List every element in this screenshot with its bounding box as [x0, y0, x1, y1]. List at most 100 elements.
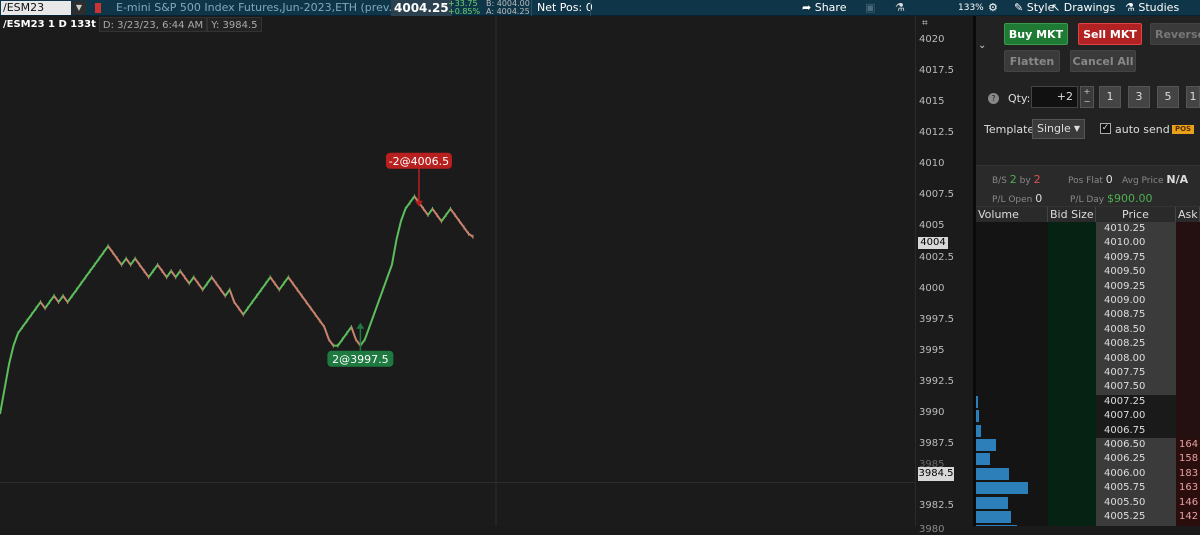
- ladder-row[interactable]: 4009.75: [976, 250, 1200, 266]
- ask-size-cell[interactable]: [1176, 222, 1200, 237]
- qty-preset-button[interactable]: 1: [1186, 86, 1200, 108]
- price-bar: [80, 276, 87, 285]
- reverse-button[interactable]: Reverse: [1150, 23, 1200, 45]
- ask-size-cell[interactable]: 164: [1176, 438, 1200, 453]
- cancel-all-button[interactable]: Cancel All: [1070, 50, 1136, 72]
- bid-size-cell[interactable]: [1048, 423, 1096, 438]
- zoom-level[interactable]: 133%: [958, 0, 984, 16]
- bid-size-cell[interactable]: [1048, 366, 1096, 381]
- drawings-button[interactable]: ↖ Drawings: [1051, 0, 1115, 16]
- ask-size-cell[interactable]: 163: [1176, 481, 1200, 496]
- bid-size-cell[interactable]: [1048, 394, 1096, 410]
- price-axis[interactable]: ⌗ 4020 4017.5 4015 4012.5 4010 4007.5 4005 4002…: [915, 16, 973, 535]
- qty-input[interactable]: +2: [1031, 86, 1078, 108]
- ladder-row[interactable]: 4006.50 164: [976, 438, 1200, 453]
- bid-size-cell[interactable]: [1048, 265, 1096, 280]
- bid-size-cell[interactable]: [1048, 409, 1096, 424]
- buy-mkt-button[interactable]: Buy MKT: [1004, 23, 1068, 45]
- ask-size-cell[interactable]: [1176, 337, 1200, 352]
- qty-preset-button[interactable]: 1: [1099, 86, 1121, 108]
- ask-size-cell[interactable]: [1176, 250, 1200, 266]
- axis-settings-icon[interactable]: ⌗: [922, 18, 936, 30]
- ask-size-cell[interactable]: [1176, 322, 1200, 338]
- price-header[interactable]: Price: [1096, 207, 1176, 222]
- save-icon[interactable]: ▣: [865, 0, 875, 16]
- ladder-row[interactable]: 4006.25 158: [976, 452, 1200, 467]
- ask-size-cell[interactable]: 146: [1176, 495, 1200, 510]
- last-price: 4004.25: [391, 0, 452, 16]
- price-chart[interactable]: -2@4006.5 2@3997.5: [0, 16, 915, 526]
- bid-size-cell[interactable]: [1048, 510, 1096, 525]
- qty-stepper[interactable]: + −: [1080, 86, 1094, 108]
- ask-size-cell[interactable]: [1176, 308, 1200, 323]
- ask-size-cell[interactable]: [1176, 279, 1200, 294]
- ladder-row[interactable]: 4008.75: [976, 308, 1200, 323]
- bid-size-cell[interactable]: [1048, 481, 1096, 496]
- bid-size-cell[interactable]: [1048, 495, 1096, 510]
- bid-size-cell[interactable]: [1048, 279, 1096, 294]
- chart-canvas[interactable]: -2@4006.5 2@3997.5: [0, 16, 915, 526]
- ask-size-cell[interactable]: [1176, 380, 1200, 395]
- pos-badge[interactable]: POS: [1172, 125, 1194, 134]
- style-button[interactable]: ✎ Style: [1014, 0, 1054, 16]
- ask-size-cell[interactable]: [1176, 351, 1200, 366]
- ladder-row[interactable]: 4005.75 163: [976, 481, 1200, 496]
- ladder-row[interactable]: 4007.50: [976, 380, 1200, 395]
- sell-mkt-button[interactable]: Sell MKT: [1078, 23, 1142, 45]
- ladder-row[interactable]: 4006.00 183: [976, 466, 1200, 482]
- auto-send-checkbox[interactable]: ✓: [1100, 123, 1111, 134]
- help-icon[interactable]: ?: [988, 93, 999, 104]
- share-button[interactable]: ➦ Share: [802, 0, 846, 16]
- ask-size-cell[interactable]: 158: [1176, 452, 1200, 467]
- ask-size-cell[interactable]: [1176, 294, 1200, 309]
- ask-size-cell[interactable]: 183: [1176, 466, 1200, 482]
- ask-size-cell[interactable]: [1176, 409, 1200, 424]
- ladder-row[interactable]: 4006.75: [976, 423, 1200, 438]
- ladder-row[interactable]: 4007.25: [976, 394, 1200, 410]
- bid-size-cell[interactable]: [1048, 222, 1096, 237]
- settings-gear-icon[interactable]: ⚙: [988, 0, 998, 16]
- ask-size-cell[interactable]: [1176, 394, 1200, 410]
- bid-size-cell[interactable]: [1048, 236, 1096, 251]
- qty-preset-button[interactable]: 5: [1157, 86, 1179, 108]
- ladder-row[interactable]: 4007.00: [976, 409, 1200, 424]
- ask-size-header[interactable]: Ask S: [1176, 207, 1200, 236]
- ladder-row[interactable]: 4005.50 146: [976, 495, 1200, 510]
- bid-size-cell[interactable]: [1048, 466, 1096, 482]
- template-select[interactable]: Single ▼: [1032, 119, 1085, 139]
- ladder-row[interactable]: 4008.50: [976, 322, 1200, 338]
- ladder-row[interactable]: 4010.25: [976, 222, 1200, 237]
- ladder-row[interactable]: 4009.00: [976, 294, 1200, 309]
- bid-size-cell[interactable]: [1048, 308, 1096, 323]
- bid-size-header[interactable]: Bid Size: [1048, 207, 1096, 222]
- collapse-chevron-icon[interactable]: ⌄: [978, 40, 990, 52]
- bid-size-cell[interactable]: [1048, 452, 1096, 467]
- bid-size-cell[interactable]: [1048, 250, 1096, 266]
- bid-size-cell[interactable]: [1048, 380, 1096, 395]
- bid-size-cell[interactable]: [1048, 322, 1096, 338]
- studies-button[interactable]: ⚗ Studies: [1125, 0, 1179, 16]
- ladder-row[interactable]: 4008.00: [976, 351, 1200, 366]
- bid-size-cell[interactable]: [1048, 351, 1096, 366]
- flatten-button[interactable]: Flatten: [1004, 50, 1060, 72]
- ask-size-cell[interactable]: [1176, 236, 1200, 251]
- ladder-row[interactable]: 4010.00: [976, 236, 1200, 251]
- ask-size-cell[interactable]: [1176, 423, 1200, 438]
- volume-header[interactable]: Volume: [976, 207, 1048, 222]
- bid-size-cell[interactable]: [1048, 294, 1096, 309]
- ladder-row[interactable]: 4005.25 142: [976, 510, 1200, 525]
- ladder-row[interactable]: 4008.25: [976, 337, 1200, 352]
- ask-size-cell[interactable]: [1176, 366, 1200, 381]
- qty-preset-button[interactable]: 3: [1128, 86, 1150, 108]
- ladder-row[interactable]: 4007.75: [976, 366, 1200, 381]
- ask-size-cell[interactable]: 142: [1176, 510, 1200, 525]
- symbol-dropdown-icon[interactable]: ▼: [72, 1, 86, 15]
- ladder-row[interactable]: 4009.25: [976, 279, 1200, 294]
- bid-size-cell[interactable]: [1048, 438, 1096, 453]
- bid-size-cell[interactable]: [1048, 337, 1096, 352]
- flask-icon[interactable]: ⚗: [895, 0, 905, 16]
- ladder-row[interactable]: 4009.50: [976, 265, 1200, 280]
- ask-size-cell[interactable]: [1176, 265, 1200, 280]
- symbol-input[interactable]: /ESM23: [1, 1, 71, 15]
- price-ladder[interactable]: Volume Bid Size Price Ask S 4010.254010.…: [976, 207, 1200, 526]
